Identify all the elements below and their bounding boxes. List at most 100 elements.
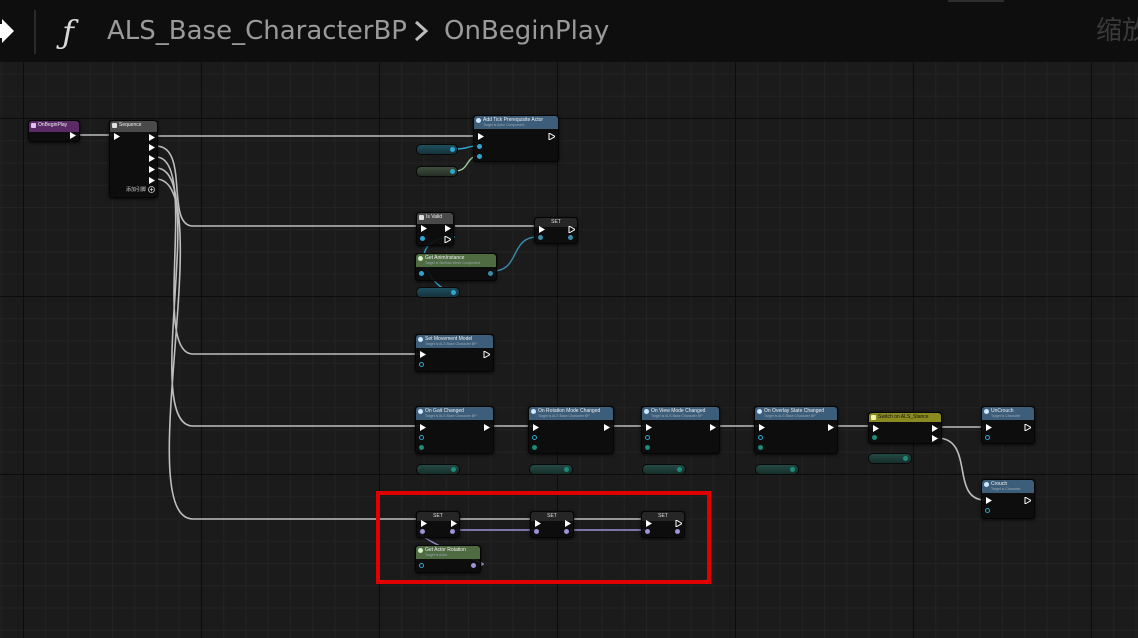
breadcrumb-function[interactable]: OnBeginPlay xyxy=(444,14,609,48)
target-pin[interactable] xyxy=(758,435,763,440)
is-not-valid-out-pin-icon[interactable] xyxy=(444,236,451,243)
function-icon xyxy=(418,409,423,414)
variable-out-pin[interactable] xyxy=(790,467,795,472)
on-rotation-mode-changed-node[interactable]: On Rotation Mode Changed Target is ALS B… xyxy=(528,406,614,454)
exec-in-pin-icon[interactable] xyxy=(538,226,545,233)
breadcrumb-chevron-icon xyxy=(414,20,429,42)
exec-in-pin-icon[interactable] xyxy=(758,424,765,431)
value-out-pin[interactable] xyxy=(568,235,573,240)
macro-icon xyxy=(419,215,424,220)
exec-in-pin-icon[interactable] xyxy=(645,424,652,431)
variable-out-pin[interactable] xyxy=(450,147,455,152)
header-divider xyxy=(34,10,36,54)
add-pin-label[interactable]: 添加引脚 xyxy=(126,186,146,193)
zoom-label: 缩放 xyxy=(1096,16,1138,46)
mesh-variable-node[interactable] xyxy=(416,287,460,298)
function-icon xyxy=(757,409,762,414)
new-gait-pin[interactable] xyxy=(419,445,424,450)
exec-out-pin-icon[interactable] xyxy=(568,226,575,233)
crouching-out-pin-icon[interactable] xyxy=(931,435,938,442)
get-anim-instance-node[interactable]: Get AnimInstance Target is Skeletal Mesh… xyxy=(415,253,497,281)
variable-out-pin[interactable] xyxy=(451,290,456,295)
sequence-then-0-pin-icon[interactable] xyxy=(148,134,155,141)
on-view-mode-changed-node[interactable]: On View Mode Changed Target is ALS Base … xyxy=(641,406,720,454)
is-valid-out-pin-icon[interactable] xyxy=(444,225,451,232)
exec-in-pin-icon[interactable] xyxy=(419,351,426,358)
overlay-state-variable-node[interactable] xyxy=(755,464,799,475)
target-pin[interactable] xyxy=(419,271,424,276)
switch-icon xyxy=(871,415,876,420)
add-tick-prerequisite-actor-node[interactable]: Add Tick Prerequisite Actor Target is Ac… xyxy=(473,115,559,162)
exec-in-pin-icon[interactable] xyxy=(477,133,484,140)
exec-in-pin-icon[interactable] xyxy=(419,424,426,431)
switch-on-als-stance-node[interactable]: Switch on ALS_Stance xyxy=(868,412,942,444)
sequence-icon xyxy=(112,123,117,128)
set-movement-model-node[interactable]: Set Movement Model Target is ALS Base Ch… xyxy=(415,334,494,372)
on-gait-changed-node[interactable]: On Gait Changed Target is ALS Base Chara… xyxy=(415,406,494,454)
new-rotation-mode-pin[interactable] xyxy=(532,445,537,450)
sequence-then-1-pin-icon[interactable] xyxy=(148,144,155,151)
target-pin[interactable] xyxy=(985,435,990,440)
function-icon xyxy=(476,118,481,123)
graph-header: ƒ ALS_Base_CharacterBP OnBeginPlay 缩放 xyxy=(0,0,1138,62)
sequence-then-3-pin-icon[interactable] xyxy=(148,166,155,173)
function-icon xyxy=(984,482,989,487)
target-pin[interactable] xyxy=(985,508,990,513)
exec-in-pin-icon[interactable] xyxy=(985,424,992,431)
target-pin[interactable] xyxy=(419,362,424,367)
on-overlay-state-changed-node[interactable]: On Overlay State Changed Target is ALS B… xyxy=(754,406,838,454)
function-icon xyxy=(984,409,989,414)
target-pin[interactable] xyxy=(419,435,424,440)
standing-out-pin-icon[interactable] xyxy=(931,425,938,432)
red-highlight-box xyxy=(376,491,711,584)
variable-out-pin[interactable] xyxy=(451,467,456,472)
input-object-pin[interactable] xyxy=(420,236,425,241)
exec-out-pin-icon[interactable] xyxy=(69,132,76,139)
exec-out-pin-icon[interactable] xyxy=(548,133,555,140)
exec-in-pin-icon[interactable] xyxy=(532,424,539,431)
prerequisite-actor-pin[interactable] xyxy=(477,154,482,159)
crouch-node[interactable]: Crouch Target is Character xyxy=(981,479,1035,519)
exec-in-pin-icon[interactable] xyxy=(420,225,427,232)
variable-out-pin[interactable] xyxy=(903,456,908,461)
value-in-pin[interactable] xyxy=(538,235,543,240)
is-valid-node[interactable]: Is Valid xyxy=(416,212,454,246)
view-mode-variable-node[interactable] xyxy=(642,464,686,475)
target-pin[interactable] xyxy=(532,435,537,440)
exec-in-pin-icon[interactable] xyxy=(872,425,879,432)
stance-variable-node[interactable] xyxy=(868,453,912,464)
new-overlay-state-pin[interactable] xyxy=(758,445,763,450)
uncrouch-node[interactable]: UnCrouch Target is Character xyxy=(981,406,1035,444)
selection-pin[interactable] xyxy=(872,435,877,440)
blueprint-graph-canvas[interactable]: OnBeginPlay Sequence 添加引脚 Add Tick Prere… xyxy=(0,62,1138,638)
sequence-then-4-pin-icon[interactable] xyxy=(148,177,155,184)
breadcrumb-blueprint[interactable]: ALS_Base_CharacterBP xyxy=(107,14,407,48)
exec-out-pin-icon[interactable] xyxy=(1024,424,1031,431)
variable-get-node[interactable] xyxy=(416,144,458,155)
gait-variable-node[interactable] xyxy=(416,464,460,475)
exec-out-pin-icon[interactable] xyxy=(1024,497,1031,504)
exec-in-pin-icon[interactable] xyxy=(985,497,992,504)
exec-out-pin-icon[interactable] xyxy=(483,351,490,358)
target-pin[interactable] xyxy=(645,435,650,440)
sequence-node[interactable]: Sequence 添加引脚 xyxy=(109,120,158,198)
exec-out-pin-icon[interactable] xyxy=(827,424,834,431)
exec-out-pin-icon[interactable] xyxy=(603,424,610,431)
return-value-pin[interactable] xyxy=(488,271,493,276)
sequence-then-2-pin-icon[interactable] xyxy=(148,155,155,162)
exec-in-pin-icon[interactable] xyxy=(113,133,120,140)
rotation-mode-variable-node[interactable] xyxy=(529,464,573,475)
new-view-mode-pin[interactable] xyxy=(645,445,650,450)
variable-out-pin[interactable] xyxy=(677,467,682,472)
self-reference-node[interactable] xyxy=(416,166,458,177)
navigate-back-arrow-icon[interactable] xyxy=(0,16,16,46)
exec-out-pin-icon[interactable] xyxy=(483,424,490,431)
variable-out-pin[interactable] xyxy=(564,467,569,472)
self-out-pin[interactable] xyxy=(450,169,455,174)
set-anim-instance-node[interactable]: SET xyxy=(534,217,578,244)
add-pin-plus-icon[interactable] xyxy=(148,186,155,193)
function-f-icon: ƒ xyxy=(62,13,74,51)
exec-out-pin-icon[interactable] xyxy=(709,424,716,431)
event-node-on-begin-play[interactable]: OnBeginPlay xyxy=(28,120,80,142)
target-pin[interactable] xyxy=(477,144,482,149)
